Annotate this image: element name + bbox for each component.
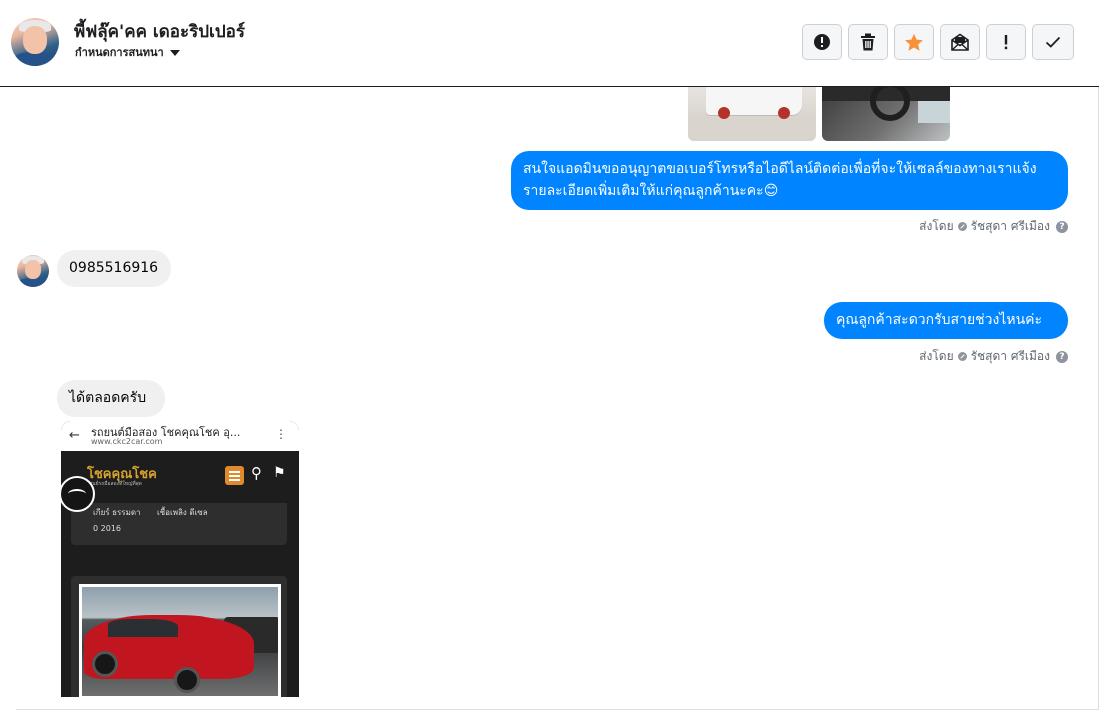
avatar-shirt [18,278,48,287]
check-icon [1045,36,1061,48]
car-year: 0 2016 [93,524,121,533]
sent-by-label: ส่งโดย [919,349,954,363]
contact-avatar[interactable] [11,18,59,66]
trash-icon [861,33,875,51]
mark-unread-button[interactable] [940,24,980,60]
sender-check-icon [957,352,967,361]
star-icon [905,33,923,51]
sent-by-info: ส่งโดย รัชสุดา ศรีเมือง ? [919,347,1068,366]
sent-by-label: ส่งโดย [919,219,954,233]
sender-check-icon [957,222,967,231]
image-floor [688,121,816,141]
car-photo [79,584,281,697]
more-vertical-icon: ⋮ [275,427,287,441]
site-brand-tagline: ศูนย์รถมือสองที่ใหญ่ที่สุด [89,481,142,487]
sender-avatar[interactable] [17,255,49,287]
attachment-image-van[interactable] [688,87,816,141]
delete-button[interactable] [848,24,888,60]
menu-line [229,475,240,477]
alert-circle-icon [814,34,830,50]
car-fuel: เชื้อเพลิง ดีเซล [157,508,208,517]
sender-name[interactable]: รัชสุดา ศรีเมือง [971,347,1050,366]
tag-icon: ⚑ [273,465,286,481]
avatar-face [25,260,41,279]
envelope-icon [951,33,969,51]
search-icon: ⚲ [251,464,262,482]
browser-url: www.ckc2car.com [91,437,163,446]
conversation-settings-label: กำหนดการสนทนา [75,46,164,59]
attachment-image-interior[interactable] [822,87,950,141]
mark-done-button[interactable] [1032,24,1074,60]
image-van-wheel [718,107,730,119]
avatar-shirt [13,52,57,66]
help-icon[interactable]: ? [1056,220,1068,233]
site-header: โชคคุณโชค ศูนย์รถมือสองที่ใหญ่ที่สุด ⚲ ⚑ [61,451,299,499]
conversation-toolbar [802,24,1074,60]
outgoing-message[interactable]: คุณลูกค้าสะดวกรับสายช่วงไหนค่ะ [824,302,1068,339]
avatar-face [23,26,47,54]
conversation-settings-dropdown[interactable]: กำหนดการสนทนา [75,43,180,61]
browser-address-bar: ← รถยนต์มือสอง โชคคุณโชค อุ... www.ckc2c… [61,421,299,451]
photo-car-window [108,619,178,637]
contact-name[interactable]: พี้ฟลุ๊ค'คค เดอะริปเปอร์ [74,18,245,45]
help-icon[interactable]: ? [1056,350,1068,363]
menu-line [229,479,240,481]
attachment-screenshot[interactable]: ← รถยนต์มือสอง โชคคุณโชค อุ... www.ckc2c… [61,421,299,697]
image-van-wheel [778,107,790,119]
photo-tire [92,651,118,677]
mark-spam-button[interactable] [802,24,842,60]
outgoing-message[interactable]: สนใจแอดมินขออนุญาตขอเบอร์โทรหรือไอดีไลน์… [511,151,1068,210]
sent-by-info: ส่งโดย รัชสุดา ศรีเมือง ? [919,217,1068,236]
car-info-panel: เกียร์ ธรรมดา เชื้อเพลิง ดีเซล 0 2016 [71,503,287,545]
exclamation-icon [1004,35,1008,50]
incoming-message[interactable]: ได้ตลอดครับ [57,380,165,417]
car-gear: เกียร์ ธรรมดา [93,508,141,517]
sender-name[interactable]: รัชสุดา ศรีเมือง [971,217,1050,236]
hamburger-menu-icon [225,466,244,485]
photo-tire [174,667,200,693]
star-button[interactable] [894,24,934,60]
caret-down-icon [169,50,180,56]
back-arrow-icon: ← [69,428,80,443]
image-window [918,101,950,123]
follow-up-button[interactable] [986,24,1026,60]
incoming-message[interactable]: 0985516916 [57,250,171,287]
menu-line [229,471,240,473]
image-steering-wheel [870,87,910,121]
conversation-header: พี้ฟลุ๊ค'คค เดอะริปเปอร์ กำหนดการสนทนา [0,0,1099,87]
